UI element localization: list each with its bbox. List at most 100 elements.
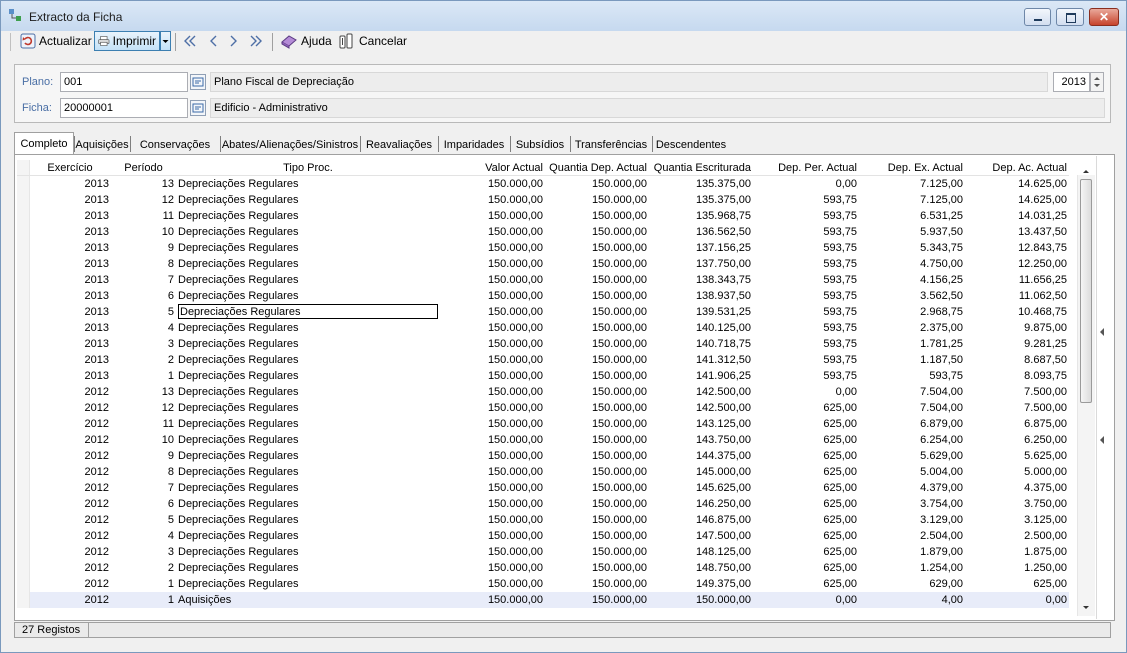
column-header-exerc-cio[interactable]: Exercício (31, 162, 109, 174)
tab-aquisi-es[interactable]: Aquisições (74, 134, 130, 154)
row-indicator[interactable] (17, 528, 30, 544)
row-indicator[interactable] (17, 432, 30, 448)
table-row[interactable]: 2013 2 Depreciações Regulares 150.000,00 150… (17, 352, 1069, 368)
cell-value: 7.125,00 (920, 178, 963, 190)
row-indicator[interactable] (17, 192, 30, 208)
ficha-lookup-button[interactable] (190, 100, 206, 116)
cancel-button[interactable]: Cancelar (338, 31, 407, 51)
tab-completo[interactable]: Completo (14, 132, 74, 155)
tab-abates-aliena-es-sinistros[interactable]: Abates/Alienações/Sinistros (220, 134, 360, 154)
row-indicator[interactable] (17, 576, 30, 592)
column-header-quantia-escriturada[interactable]: Quantia Escriturada (651, 162, 751, 174)
row-indicator[interactable] (17, 544, 30, 560)
table-row[interactable]: 2013 5 Depreciações Regulares 150.000,00 150… (17, 304, 1069, 320)
row-indicator[interactable] (17, 256, 30, 272)
table-row[interactable]: 2012 6 Depreciações Regulares 150.000,00 150… (17, 496, 1069, 512)
table-row[interactable]: 2012 1 Depreciações Regulares 150.000,00 150… (17, 576, 1069, 592)
row-indicator[interactable] (17, 288, 30, 304)
row-indicator[interactable] (17, 336, 30, 352)
year-input[interactable]: 2013 (1053, 72, 1090, 92)
year-spinner[interactable] (1090, 72, 1104, 92)
table-row[interactable]: 2012 8 Depreciações Regulares 150.000,00 150… (17, 464, 1069, 480)
row-indicator[interactable] (17, 176, 30, 192)
column-header-per-odo[interactable]: Período (113, 162, 174, 174)
column-header-dep-ac-actual[interactable]: Dep. Ac. Actual (967, 162, 1067, 174)
table-row[interactable]: 2013 7 Depreciações Regulares 150.000,00 150… (17, 272, 1069, 288)
previous-record-button[interactable] (206, 31, 223, 51)
ficha-input[interactable]: 20000001 (60, 98, 188, 118)
plano-lookup-button[interactable] (190, 74, 206, 90)
tab-transfer-ncias[interactable]: Transferências (570, 134, 652, 154)
table-row[interactable]: 2012 12 Depreciações Regulares 150.000,00 15… (17, 400, 1069, 416)
row-indicator[interactable] (17, 352, 30, 368)
first-record-button[interactable] (182, 31, 201, 51)
table-row[interactable]: 2012 7 Depreciações Regulares 150.000,00 150… (17, 480, 1069, 496)
tab-reavalia-es[interactable]: Reavaliações (360, 134, 438, 154)
row-indicator[interactable] (17, 464, 30, 480)
table-row[interactable]: 2012 10 Depreciações Regulares 150.000,00 15… (17, 432, 1069, 448)
table-row[interactable]: 2013 3 Depreciações Regulares 150.000,00 150… (17, 336, 1069, 352)
table-row[interactable]: 2012 1 Aquisições 150.000,00 150.000,00 150.0… (17, 592, 1069, 608)
row-indicator[interactable] (17, 272, 30, 288)
table-row[interactable]: 2013 6 Depreciações Regulares 150.000,00 150… (17, 288, 1069, 304)
cell-periodo: 8 (167, 466, 174, 478)
row-indicator[interactable] (17, 224, 30, 240)
cell-value: 6.250,00 (1024, 434, 1067, 446)
tab-descendentes[interactable]: Descendentes (652, 134, 730, 154)
collapse-left-icon[interactable] (1098, 327, 1106, 337)
table-row[interactable]: 2012 4 Depreciações Regulares 150.000,00 150… (17, 528, 1069, 544)
table-row[interactable]: 2013 11 Depreciações Regulares 150.000,00 15… (17, 208, 1069, 224)
cell-value: 149.375,00 (695, 578, 751, 590)
row-indicator[interactable] (17, 384, 30, 400)
table-row[interactable]: 2012 11 Depreciações Regulares 150.000,00 15… (17, 416, 1069, 432)
refresh-button[interactable]: Actualizar (20, 31, 92, 51)
row-indicator[interactable] (17, 320, 30, 336)
table-row[interactable]: 2013 4 Depreciações Regulares 150.000,00 150… (17, 320, 1069, 336)
table-row[interactable]: 2012 2 Depreciações Regulares 150.000,00 150… (17, 560, 1069, 576)
plano-input[interactable]: 001 (60, 72, 188, 92)
row-indicator[interactable] (17, 208, 30, 224)
table-row[interactable]: 2013 1 Depreciações Regulares 150.000,00 150… (17, 368, 1069, 384)
column-header-quantia-dep-actual[interactable]: Quantia Dep. Actual (547, 162, 647, 174)
next-record-button[interactable] (227, 31, 244, 51)
print-dropdown-button[interactable] (160, 31, 171, 51)
column-header-dep-ex-actual[interactable]: Dep. Ex. Actual (861, 162, 963, 174)
maximize-button[interactable] (1056, 8, 1084, 26)
row-indicator[interactable] (17, 480, 30, 496)
print-button[interactable]: Imprimir (94, 31, 160, 51)
column-header-valor-actual[interactable]: Valor Actual (441, 162, 543, 174)
collapse-left-icon[interactable] (1098, 435, 1106, 445)
minimize-button[interactable] (1024, 8, 1051, 26)
table-row[interactable]: 2013 10 Depreciações Regulares 150.000,00 15… (17, 224, 1069, 240)
row-indicator[interactable] (17, 368, 30, 384)
table-row[interactable]: 2012 3 Depreciações Regulares 150.000,00 150… (17, 544, 1069, 560)
table-row[interactable]: 2013 9 Depreciações Regulares 150.000,00 150… (17, 240, 1069, 256)
row-indicator[interactable] (17, 416, 30, 432)
table-row[interactable]: 2012 5 Depreciações Regulares 150.000,00 150… (17, 512, 1069, 528)
tab-conserva-es[interactable]: Conservações (130, 134, 220, 154)
table-row[interactable]: 2012 9 Depreciações Regulares 150.000,00 150… (17, 448, 1069, 464)
row-indicator[interactable] (17, 448, 30, 464)
row-indicator[interactable] (17, 240, 30, 256)
row-indicator[interactable] (17, 496, 30, 512)
scroll-up-icon[interactable] (1078, 167, 1094, 175)
column-header-tipo-proc-[interactable]: Tipo Proc. (178, 162, 438, 174)
table-row[interactable]: 2013 13 Depreciações Regulares 150.000,00 15… (17, 176, 1069, 192)
scrollbar-thumb[interactable] (1080, 179, 1092, 403)
row-indicator[interactable] (17, 512, 30, 528)
tab-subs-dios[interactable]: Subsídios (510, 134, 570, 154)
table-row[interactable]: 2013 8 Depreciações Regulares 150.000,00 150… (17, 256, 1069, 272)
row-indicator[interactable] (17, 592, 30, 608)
table-row[interactable]: 2013 12 Depreciações Regulares 150.000,00 15… (17, 192, 1069, 208)
scroll-down-icon[interactable] (1078, 603, 1094, 613)
last-record-button[interactable] (248, 31, 267, 51)
row-indicator[interactable] (17, 560, 30, 576)
row-indicator[interactable] (17, 304, 30, 320)
column-header-dep-per-actual[interactable]: Dep. Per. Actual (755, 162, 857, 174)
vertical-scrollbar[interactable] (1077, 170, 1095, 616)
close-button[interactable]: ✕ (1089, 8, 1119, 26)
table-row[interactable]: 2012 13 Depreciações Regulares 150.000,00 15… (17, 384, 1069, 400)
tab-imparidades[interactable]: Imparidades (438, 134, 510, 154)
help-button[interactable]: Ajuda (280, 31, 332, 51)
row-indicator[interactable] (17, 400, 30, 416)
